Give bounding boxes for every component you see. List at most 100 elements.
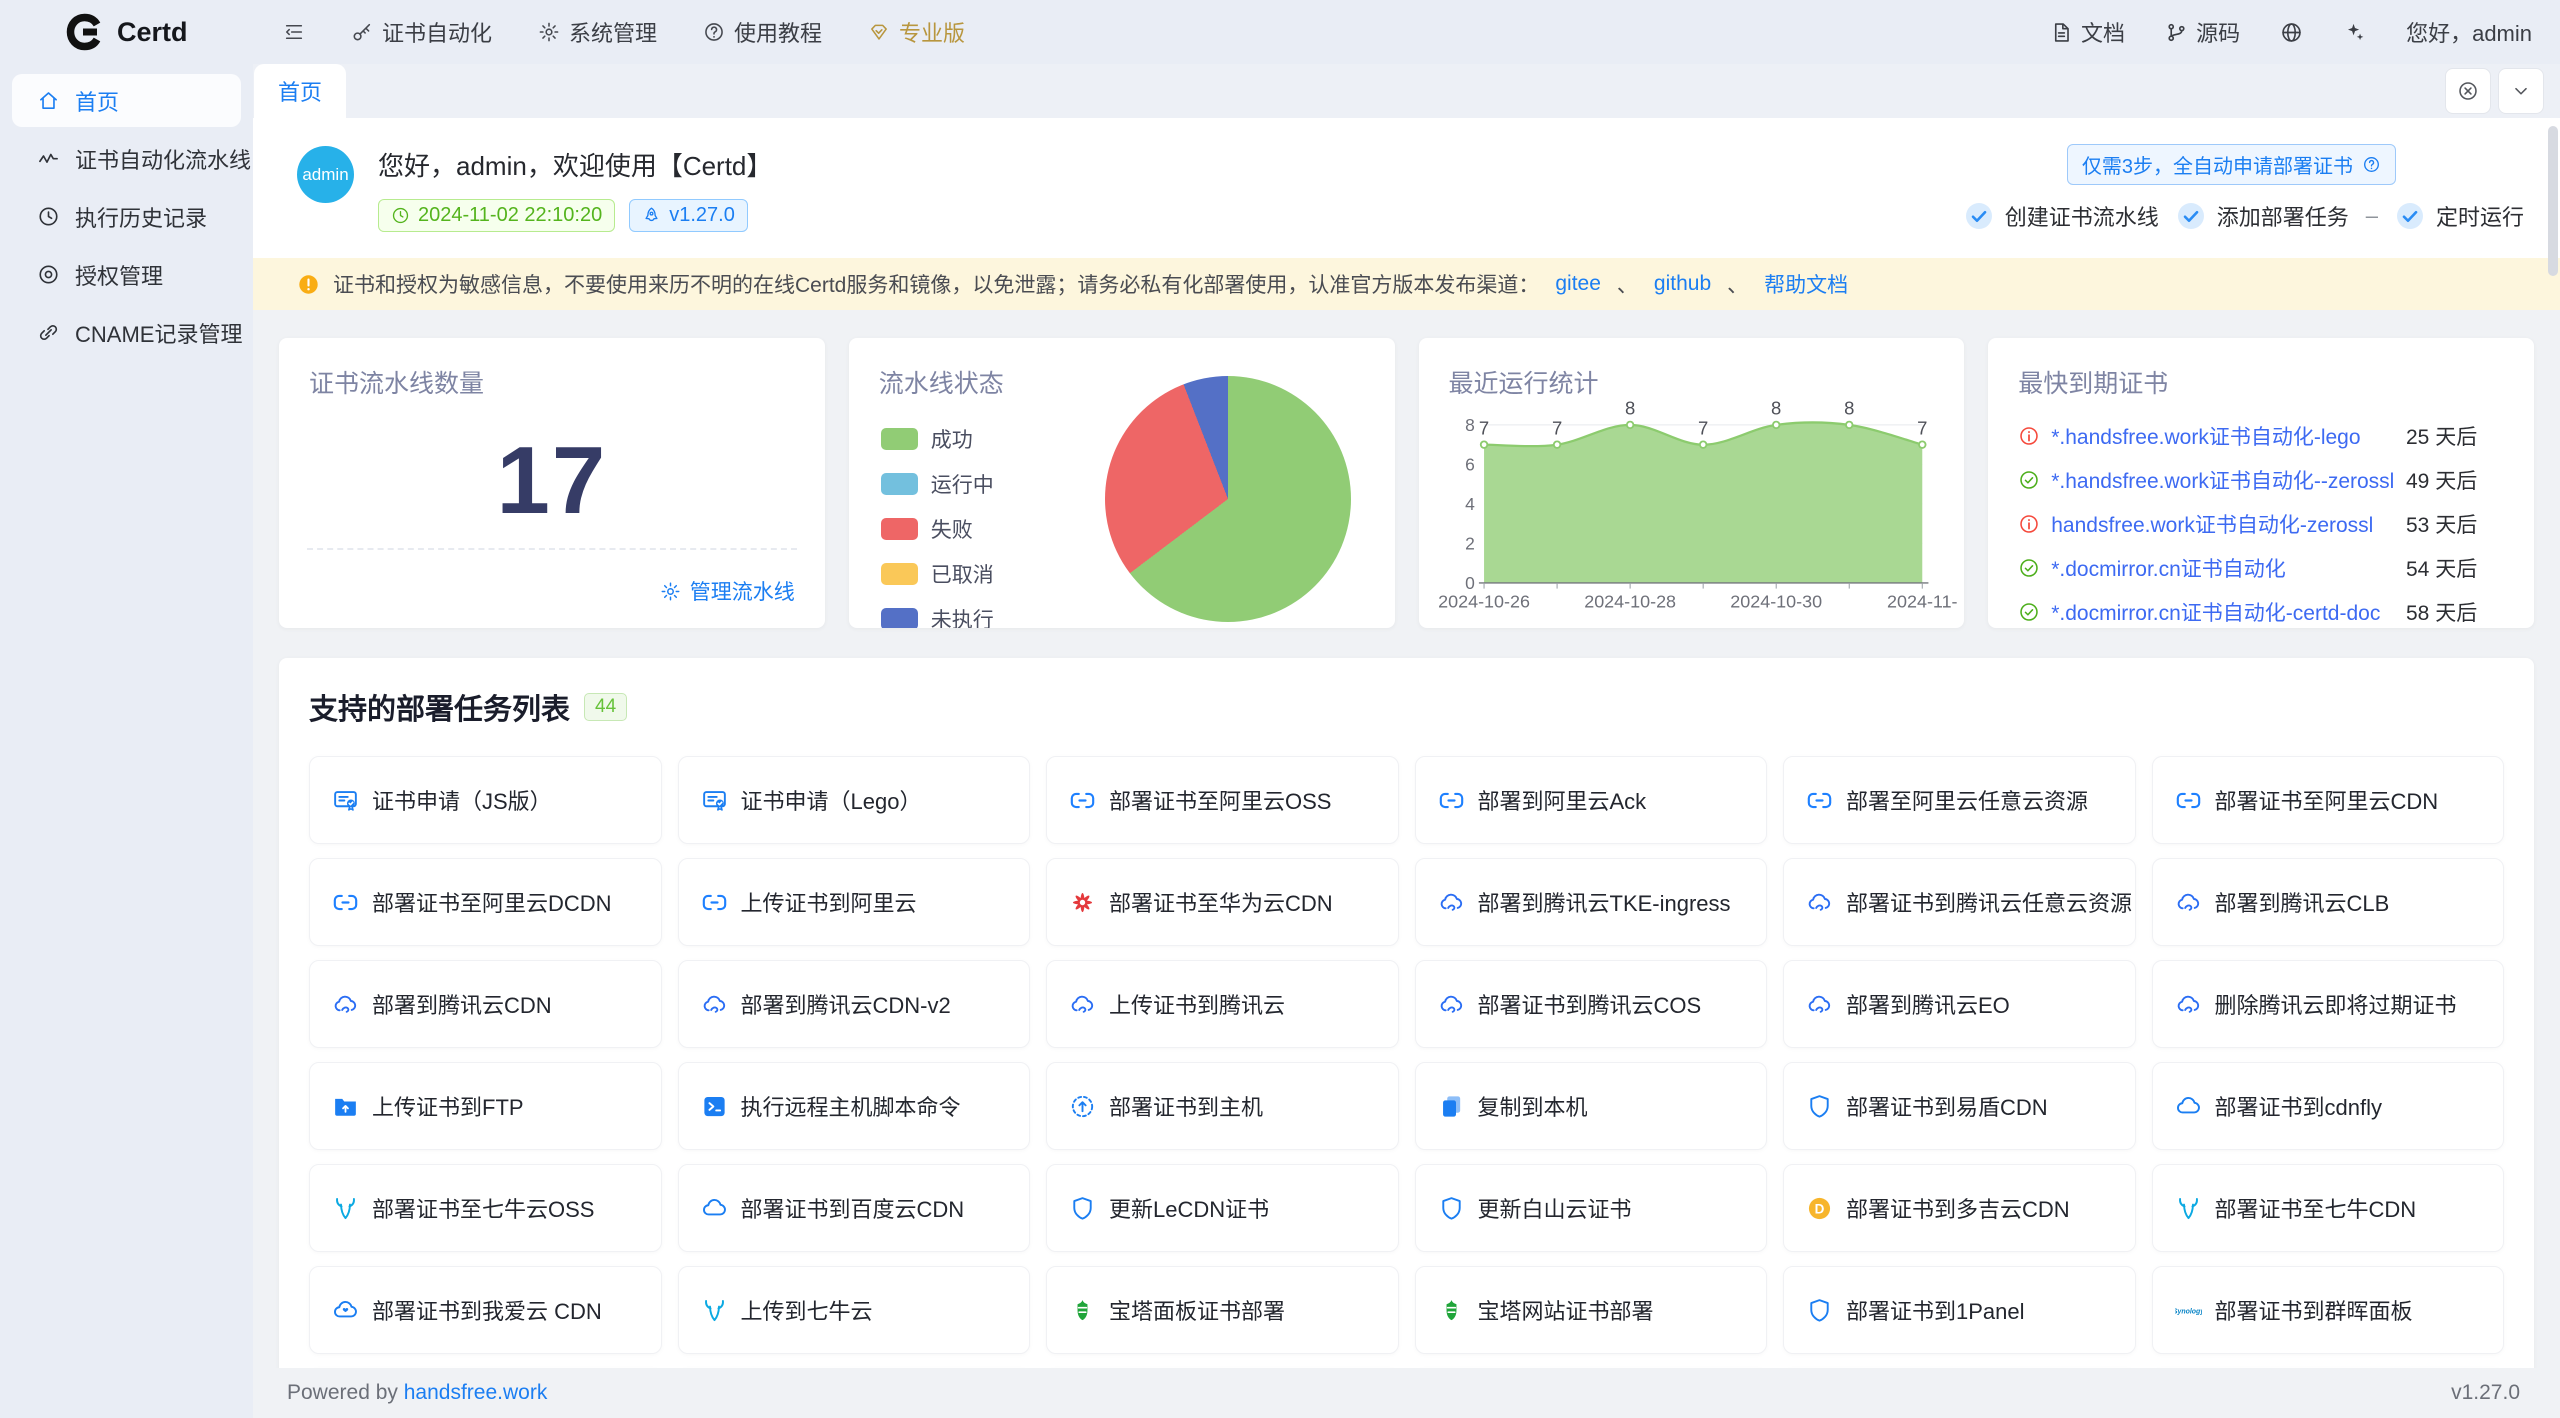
task-card[interactable]: Synology部署证书到群晖面板 <box>2152 1266 2505 1354</box>
task-card[interactable]: 部署证书至华为云CDN <box>1046 858 1399 946</box>
cert-link[interactable]: *.handsfree.work证书自动化-lego <box>2051 421 2360 451</box>
task-card[interactable]: 部署到腾讯云CDN-v2 <box>678 960 1031 1048</box>
task-card[interactable]: D部署证书到多吉云CDN <box>1783 1164 2136 1252</box>
tab-close-button[interactable] <box>2445 68 2491 114</box>
shield-icon <box>1806 1297 1833 1324</box>
menu-item-pro[interactable]: 专业版 <box>868 16 965 48</box>
cert-days-remaining: 54 天后 <box>2406 553 2504 583</box>
menu-item-cert-automation[interactable]: 证书自动化 <box>351 16 492 48</box>
task-label: 部署证书至阿里云CDN <box>2215 784 2439 816</box>
task-card[interactable]: 部署证书到腾讯云任意云资源 <box>1783 858 2136 946</box>
task-card[interactable]: 部署证书至阿里云CDN <box>2152 756 2505 844</box>
setup-step-3: 定时运行 <box>2395 200 2524 232</box>
legend-label: 失败 <box>931 514 973 544</box>
chevron-down-icon <box>2510 80 2532 102</box>
user-greeting[interactable]: 您好，admin <box>2406 16 2532 48</box>
task-card[interactable]: 上传证书到腾讯云 <box>1046 960 1399 1048</box>
task-card[interactable]: 执行远程主机脚本命令 <box>678 1062 1031 1150</box>
task-card[interactable]: 部署证书至阿里云OSS <box>1046 756 1399 844</box>
task-card[interactable]: 部署证书至阿里云DCDN <box>309 858 662 946</box>
card-title: 最快到期证书 <box>2018 364 2504 400</box>
legend-swatch <box>881 563 918 585</box>
task-card[interactable]: 部署到阿里云Ack <box>1415 756 1768 844</box>
notice-link-github[interactable]: github <box>1654 272 1711 296</box>
header-action-docs[interactable]: 文档 <box>2050 16 2125 48</box>
tencent-icon <box>1438 889 1465 916</box>
expiring-cert-row: *.docmirror.cn证书自动化 54 天后 <box>2018 546 2504 590</box>
sidebar-item-history[interactable]: 执行历史记录 <box>12 190 241 243</box>
notice-link-帮助文档[interactable]: 帮助文档 <box>1764 269 1848 299</box>
task-card[interactable]: 上传证书到FTP <box>309 1062 662 1150</box>
task-label: 上传证书到阿里云 <box>741 886 917 918</box>
cert-link[interactable]: *.docmirror.cn证书自动化 <box>2051 553 2286 583</box>
cert-link[interactable]: *.docmirror.cn证书自动化-certd-doc <box>2051 597 2380 627</box>
manage-pipelines-link[interactable]: 管理流水线 <box>660 576 795 606</box>
svg-text:7: 7 <box>1478 417 1488 438</box>
guide-badge[interactable]: 仅需3步，全自动申请部署证书 <box>2067 144 2396 185</box>
cert-link[interactable]: *.handsfree.work证书自动化--zerossl <box>2051 465 2394 495</box>
task-label: 上传证书到腾讯云 <box>1109 988 1285 1020</box>
check-circle-icon <box>2018 601 2040 623</box>
scrollbar-thumb[interactable] <box>2548 126 2558 276</box>
task-card[interactable]: 部署证书到1Panel <box>1783 1266 2136 1354</box>
svg-text:2024-10-28: 2024-10-28 <box>1584 592 1676 612</box>
handsfree-link[interactable]: handsfree.work <box>404 1381 548 1404</box>
close-circle-icon <box>2457 80 2479 102</box>
task-card[interactable]: 更新白山云证书 <box>1415 1164 1768 1252</box>
sidebar-item-home[interactable]: 首页 <box>12 74 241 127</box>
cert-link[interactable]: handsfree.work证书自动化-zerossl <box>2051 509 2373 539</box>
task-card[interactable]: 部署证书到cdnfly <box>2152 1062 2505 1150</box>
task-card[interactable]: 部署证书到易盾CDN <box>1783 1062 2136 1150</box>
welcome-right: 仅需3步，全自动申请部署证书 创建证书流水线添加部署任务–定时运行 <box>1964 142 2524 232</box>
legend-item-5[interactable]: 未执行 <box>881 604 994 628</box>
task-label: 部署到腾讯云TKE-ingress <box>1478 886 1731 918</box>
legend-item-3[interactable]: 失败 <box>881 514 994 544</box>
legend-item-1[interactable]: 成功 <box>881 424 994 454</box>
task-card[interactable]: 部署证书至七牛云OSS <box>309 1164 662 1252</box>
task-card[interactable]: 部署证书到主机 <box>1046 1062 1399 1150</box>
header-action-theme[interactable] <box>2343 21 2366 44</box>
task-card[interactable]: 部署到腾讯云EO <box>1783 960 2136 1048</box>
task-card[interactable]: 部署至阿里云任意云资源 <box>1783 756 2136 844</box>
task-card[interactable]: 复制到本机 <box>1415 1062 1768 1150</box>
tab-home[interactable]: 首页 <box>254 64 346 118</box>
header-action-language[interactable] <box>2280 21 2303 44</box>
task-card[interactable]: 证书申请（Lego） <box>678 756 1031 844</box>
task-card[interactable]: 证书申请（JS版） <box>309 756 662 844</box>
check-circle-icon <box>1964 201 1994 231</box>
task-card[interactable]: 上传证书到阿里云 <box>678 858 1031 946</box>
task-card[interactable]: 部署到腾讯云CDN <box>309 960 662 1048</box>
expiring-cert-row: *.handsfree.work证书自动化-lego25 天后 <box>2018 414 2504 458</box>
task-card[interactable]: 部署到腾讯云CLB <box>2152 858 2505 946</box>
menu-item-label: 专业版 <box>899 16 965 48</box>
task-card[interactable]: 更新LeCDN证书 <box>1046 1164 1399 1252</box>
app-logo[interactable]: Certd <box>0 12 253 52</box>
sidebar-item-auth[interactable]: 授权管理 <box>12 248 241 301</box>
task-card[interactable]: 部署证书到我爱云 CDN <box>309 1266 662 1354</box>
task-label: 证书申请（JS版） <box>372 784 552 816</box>
cert-info: *.docmirror.cn证书自动化-certd-doc <box>2018 597 2380 627</box>
legend-item-2[interactable]: 运行中 <box>881 469 994 499</box>
task-card[interactable]: 部署到腾讯云TKE-ingress <box>1415 858 1768 946</box>
legend-label: 已取消 <box>931 559 994 589</box>
task-card[interactable]: 删除腾讯云即将过期证书 <box>2152 960 2505 1048</box>
menu-item-system[interactable]: 系统管理 <box>538 16 657 48</box>
tab-menu-button[interactable] <box>2498 68 2544 114</box>
header-action-source[interactable]: 源码 <box>2165 16 2240 48</box>
task-card[interactable]: 部署证书到百度云CDN <box>678 1164 1031 1252</box>
sidebar-item-cname[interactable]: CNAME记录管理 <box>12 306 241 359</box>
sidebar-item-pulse[interactable]: 证书自动化流水线 <box>12 132 241 185</box>
svg-text:Synology: Synology <box>2175 1308 2202 1315</box>
menu-item-tutorial[interactable]: 使用教程 <box>703 16 822 48</box>
notice-link-gitee[interactable]: gitee <box>1555 272 1601 296</box>
legend-item-4[interactable]: 已取消 <box>881 559 994 589</box>
task-card[interactable]: 上传到七牛云 <box>678 1266 1031 1354</box>
menu-item-fold[interactable] <box>283 21 305 43</box>
task-card[interactable]: 宝塔网站证书部署 <box>1415 1266 1768 1354</box>
task-card[interactable]: 宝塔面板证书部署 <box>1046 1266 1399 1354</box>
task-label: 证书申请（Lego） <box>741 784 922 816</box>
task-card[interactable]: 部署证书到腾讯云COS <box>1415 960 1768 1048</box>
warning-icon <box>297 273 320 296</box>
task-card[interactable]: 部署证书至七牛CDN <box>2152 1164 2505 1252</box>
aliyun-icon <box>2175 787 2202 814</box>
